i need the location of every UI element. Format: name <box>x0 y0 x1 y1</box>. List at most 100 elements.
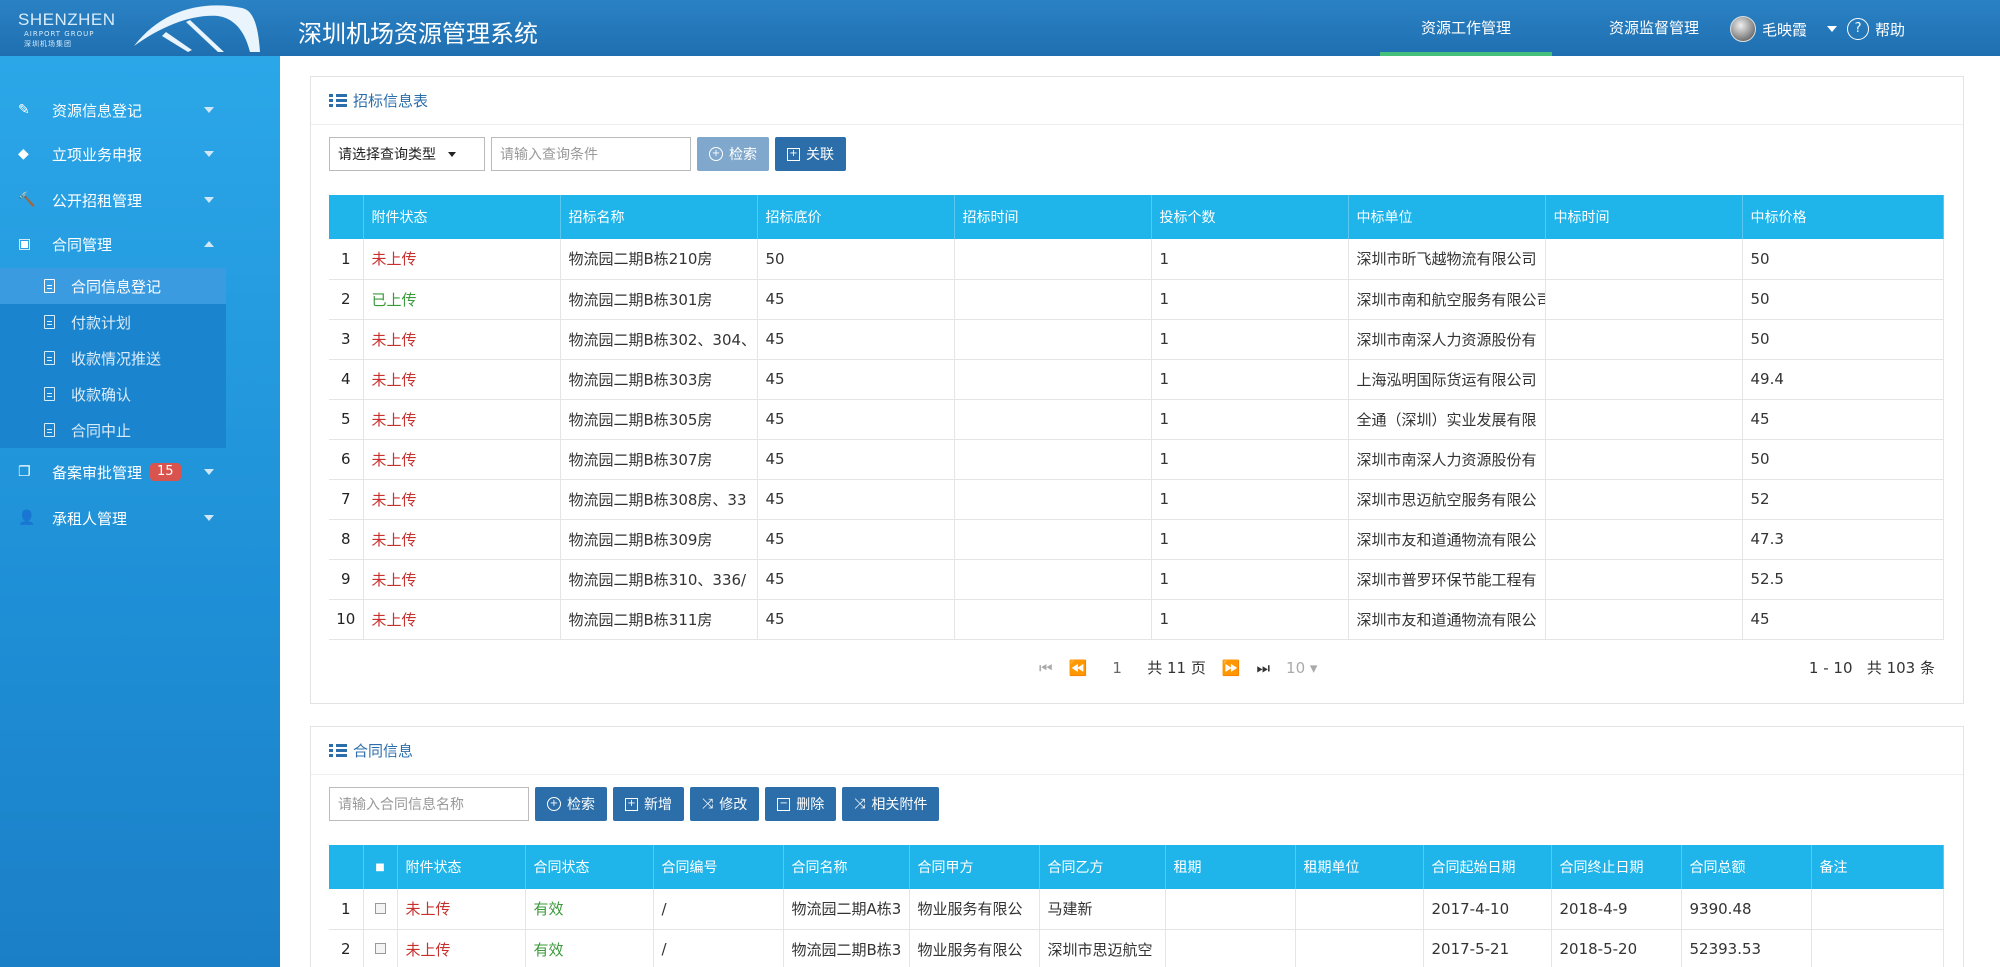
tab-resource-work[interactable]: 资源工作管理 <box>1380 0 1552 56</box>
search-button[interactable]: + 检索 <box>535 787 607 821</box>
sidebar: ✎ 资源信息登记 ◆ 立项业务申报 🔨 公开招租管理 ▣ 合同管理 合同信息登记… <box>0 56 280 967</box>
sidebar-subitem-contract-register[interactable]: 合同信息登记 <box>0 268 226 304</box>
sidebar-subitem-contract-terminate[interactable]: 合同中止 <box>0 412 226 448</box>
table-row[interactable]: 2 已上传 物流园二期B栋301房 45 1 深圳市南和航空服务有限公司 50 <box>329 279 1944 320</box>
panel-title: 合同信息 <box>353 742 414 760</box>
file-icon <box>44 351 55 365</box>
checkbox[interactable] <box>374 902 386 914</box>
table-cell: 45 <box>757 599 955 640</box>
page-number-input[interactable]: 1 <box>1103 659 1131 677</box>
row-checkbox[interactable] <box>363 889 398 930</box>
column-header[interactable] <box>329 195 364 239</box>
help-icon[interactable]: ? <box>1847 18 1870 40</box>
add-button[interactable]: + 新增 <box>613 787 684 821</box>
table-row[interactable]: 5 未上传 物流园二期B栋305房 45 1 全通（深圳）实业发展有限 45 <box>329 399 1944 440</box>
column-header[interactable]: 合同甲方 <box>909 845 1040 889</box>
column-header[interactable]: 备注 <box>1811 845 1944 889</box>
column-header[interactable]: 合同总额 <box>1681 845 1812 889</box>
page-size-select[interactable]: 10 ▾ <box>1286 659 1317 677</box>
column-header[interactable]: 租期 <box>1165 845 1296 889</box>
column-header[interactable] <box>329 845 364 889</box>
sidebar-item-tenant-management[interactable]: 👤 承租人管理 <box>0 498 280 538</box>
checkbox[interactable] <box>374 943 386 954</box>
user-menu[interactable]: 毛映霞 ? 帮助 <box>1730 14 1905 44</box>
column-header[interactable]: 合同乙方 <box>1039 845 1166 889</box>
sidebar-item-project-apply[interactable]: ◆ 立项业务申报 <box>0 134 280 174</box>
tab-resource-supervision[interactable]: 资源监督管理 <box>1568 0 1740 56</box>
edit-icon: ✎ <box>18 102 30 118</box>
edit-button[interactable]: ⤨ 修改 <box>690 787 760 821</box>
sidebar-subitem-label: 收款确认 <box>71 385 132 404</box>
table-cell: 物流园二期B栋307房 <box>560 439 758 480</box>
table-row[interactable]: 1 未上传 物流园二期B栋210房 50 1 深圳市昕飞越物流有限公司 50 <box>329 239 1944 280</box>
column-header[interactable]: 合同编号 <box>653 845 784 889</box>
contract-status: 有效 <box>525 929 654 967</box>
sidebar-subitem-receipt-push[interactable]: 收款情况推送 <box>0 340 226 376</box>
select-all-checkbox[interactable]: ■ <box>363 845 398 889</box>
sidebar-subitem-receipt-confirm[interactable]: 收款确认 <box>0 376 226 412</box>
column-header[interactable]: 附件状态 <box>363 195 561 239</box>
column-header[interactable]: 合同名称 <box>783 845 910 889</box>
sidebar-subitem-payment-plan[interactable]: 付款计划 <box>0 304 226 340</box>
search-button[interactable]: + 检索 <box>697 137 769 171</box>
column-header[interactable]: 合同终止日期 <box>1551 845 1682 889</box>
table-cell: 50 <box>1742 239 1944 280</box>
column-header[interactable]: 招标时间 <box>954 195 1152 239</box>
contract-name-search-input[interactable]: 请输入合同信息名称 <box>329 787 529 821</box>
table-row[interactable]: 10 未上传 物流园二期B栋311房 45 1 深圳市友和道通物流有限公 45 <box>329 599 1944 640</box>
row-checkbox[interactable] <box>363 929 398 967</box>
chevron-down-icon[interactable] <box>1827 26 1838 32</box>
column-header[interactable]: 招标名称 <box>560 195 758 239</box>
table-row[interactable]: 7 未上传 物流园二期B栋308房、33 45 1 深圳市思迈航空服务有限公 52 <box>329 479 1944 520</box>
column-header[interactable]: 中标价格 <box>1742 195 1944 239</box>
attachment-status: 未上传 <box>397 929 526 967</box>
sidebar-item-label: 资源信息登记 <box>52 101 143 120</box>
table-row[interactable]: 1 未上传 有效 / 物流园二期A栋3 物业服务有限公 马建新 2017-4-10 2018-4… <box>329 889 1944 930</box>
table-row[interactable]: 8 未上传 物流园二期B栋309房 45 1 深圳市友和道通物流有限公 47.3 <box>329 519 1944 560</box>
table-row[interactable]: 2 未上传 有效 / 物流园二期B栋3 物业服务有限公 深圳市思迈航空 2017-5-21 20… <box>329 929 1944 967</box>
prev-page-icon[interactable]: ⏪ <box>1069 659 1088 677</box>
wing-logo-icon <box>134 5 260 52</box>
column-header[interactable]: 投标个数 <box>1151 195 1349 239</box>
column-header[interactable]: 租期单位 <box>1295 845 1424 889</box>
last-page-icon[interactable]: ⏭ <box>1257 659 1271 677</box>
shuffle-icon: ⤨ <box>854 796 866 812</box>
table-row[interactable]: 3 未上传 物流园二期B栋302、304、 45 1 深圳市南深人力资源股份有 50 <box>329 319 1944 360</box>
chevron-down-icon <box>204 515 214 521</box>
sidebar-item-filing-approval[interactable]: ❐ 备案审批管理 15 <box>0 452 280 492</box>
column-header[interactable]: 招标底价 <box>757 195 955 239</box>
sidebar-item-resource-register[interactable]: ✎ 资源信息登记 <box>0 90 280 130</box>
chevron-down-icon <box>204 469 214 475</box>
table-cell: 50 <box>1742 319 1944 360</box>
bid-pager: ⏮ ⏪ 1 共 11 页 ⏩ ⏭ 10 ▾ 1 - 10 共 103 条 <box>329 651 1941 683</box>
table-row[interactable]: 4 未上传 物流园二期B栋303房 45 1 上海泓明国际货运有限公司 49.4 <box>329 359 1944 400</box>
table-cell: 物业服务有限公 <box>909 889 1040 930</box>
table-row[interactable]: 6 未上传 物流园二期B栋307房 45 1 深圳市南深人力资源股份有 50 <box>329 439 1944 480</box>
table-cell <box>1545 479 1743 520</box>
sidebar-subitem-label: 付款计划 <box>71 313 132 332</box>
attachments-button[interactable]: ⤨ 相关附件 <box>842 787 940 821</box>
query-condition-input[interactable]: 请输入查询条件 <box>491 137 691 171</box>
column-header[interactable]: 中标时间 <box>1545 195 1743 239</box>
user-icon: 👤 <box>18 510 36 526</box>
table-cell: 2017-4-10 <box>1423 889 1552 930</box>
sidebar-item-contract-management[interactable]: ▣ 合同管理 <box>0 224 280 264</box>
help-link[interactable]: 帮助 <box>1875 19 1905 40</box>
link-button[interactable]: + 关联 <box>775 137 846 171</box>
query-type-select[interactable]: 请选择查询类型 <box>329 137 485 171</box>
table-cell: 深圳市思迈航空服务有限公 <box>1348 479 1546 520</box>
chevron-up-icon <box>204 241 214 247</box>
column-header[interactable]: 中标单位 <box>1348 195 1546 239</box>
company-logo[interactable]: SHENZHEN AIRPORT GROUP 深圳机场集团 <box>14 4 264 54</box>
column-header[interactable]: 附件状态 <box>397 845 526 889</box>
column-header[interactable]: 合同起始日期 <box>1423 845 1552 889</box>
table-cell <box>1811 929 1944 967</box>
first-page-icon[interactable]: ⏮ <box>1039 659 1053 677</box>
list-icon <box>329 743 347 758</box>
delete-button[interactable]: − 删除 <box>765 787 837 821</box>
sidebar-item-public-rental[interactable]: 🔨 公开招租管理 <box>0 180 280 220</box>
column-header[interactable]: 合同状态 <box>525 845 654 889</box>
table-row[interactable]: 9 未上传 物流园二期B栋310、336/45 1 深圳市普罗环保节能工程有 52.5 <box>329 559 1944 600</box>
next-page-icon[interactable]: ⏩ <box>1222 659 1241 677</box>
row-number: 5 <box>329 399 364 440</box>
